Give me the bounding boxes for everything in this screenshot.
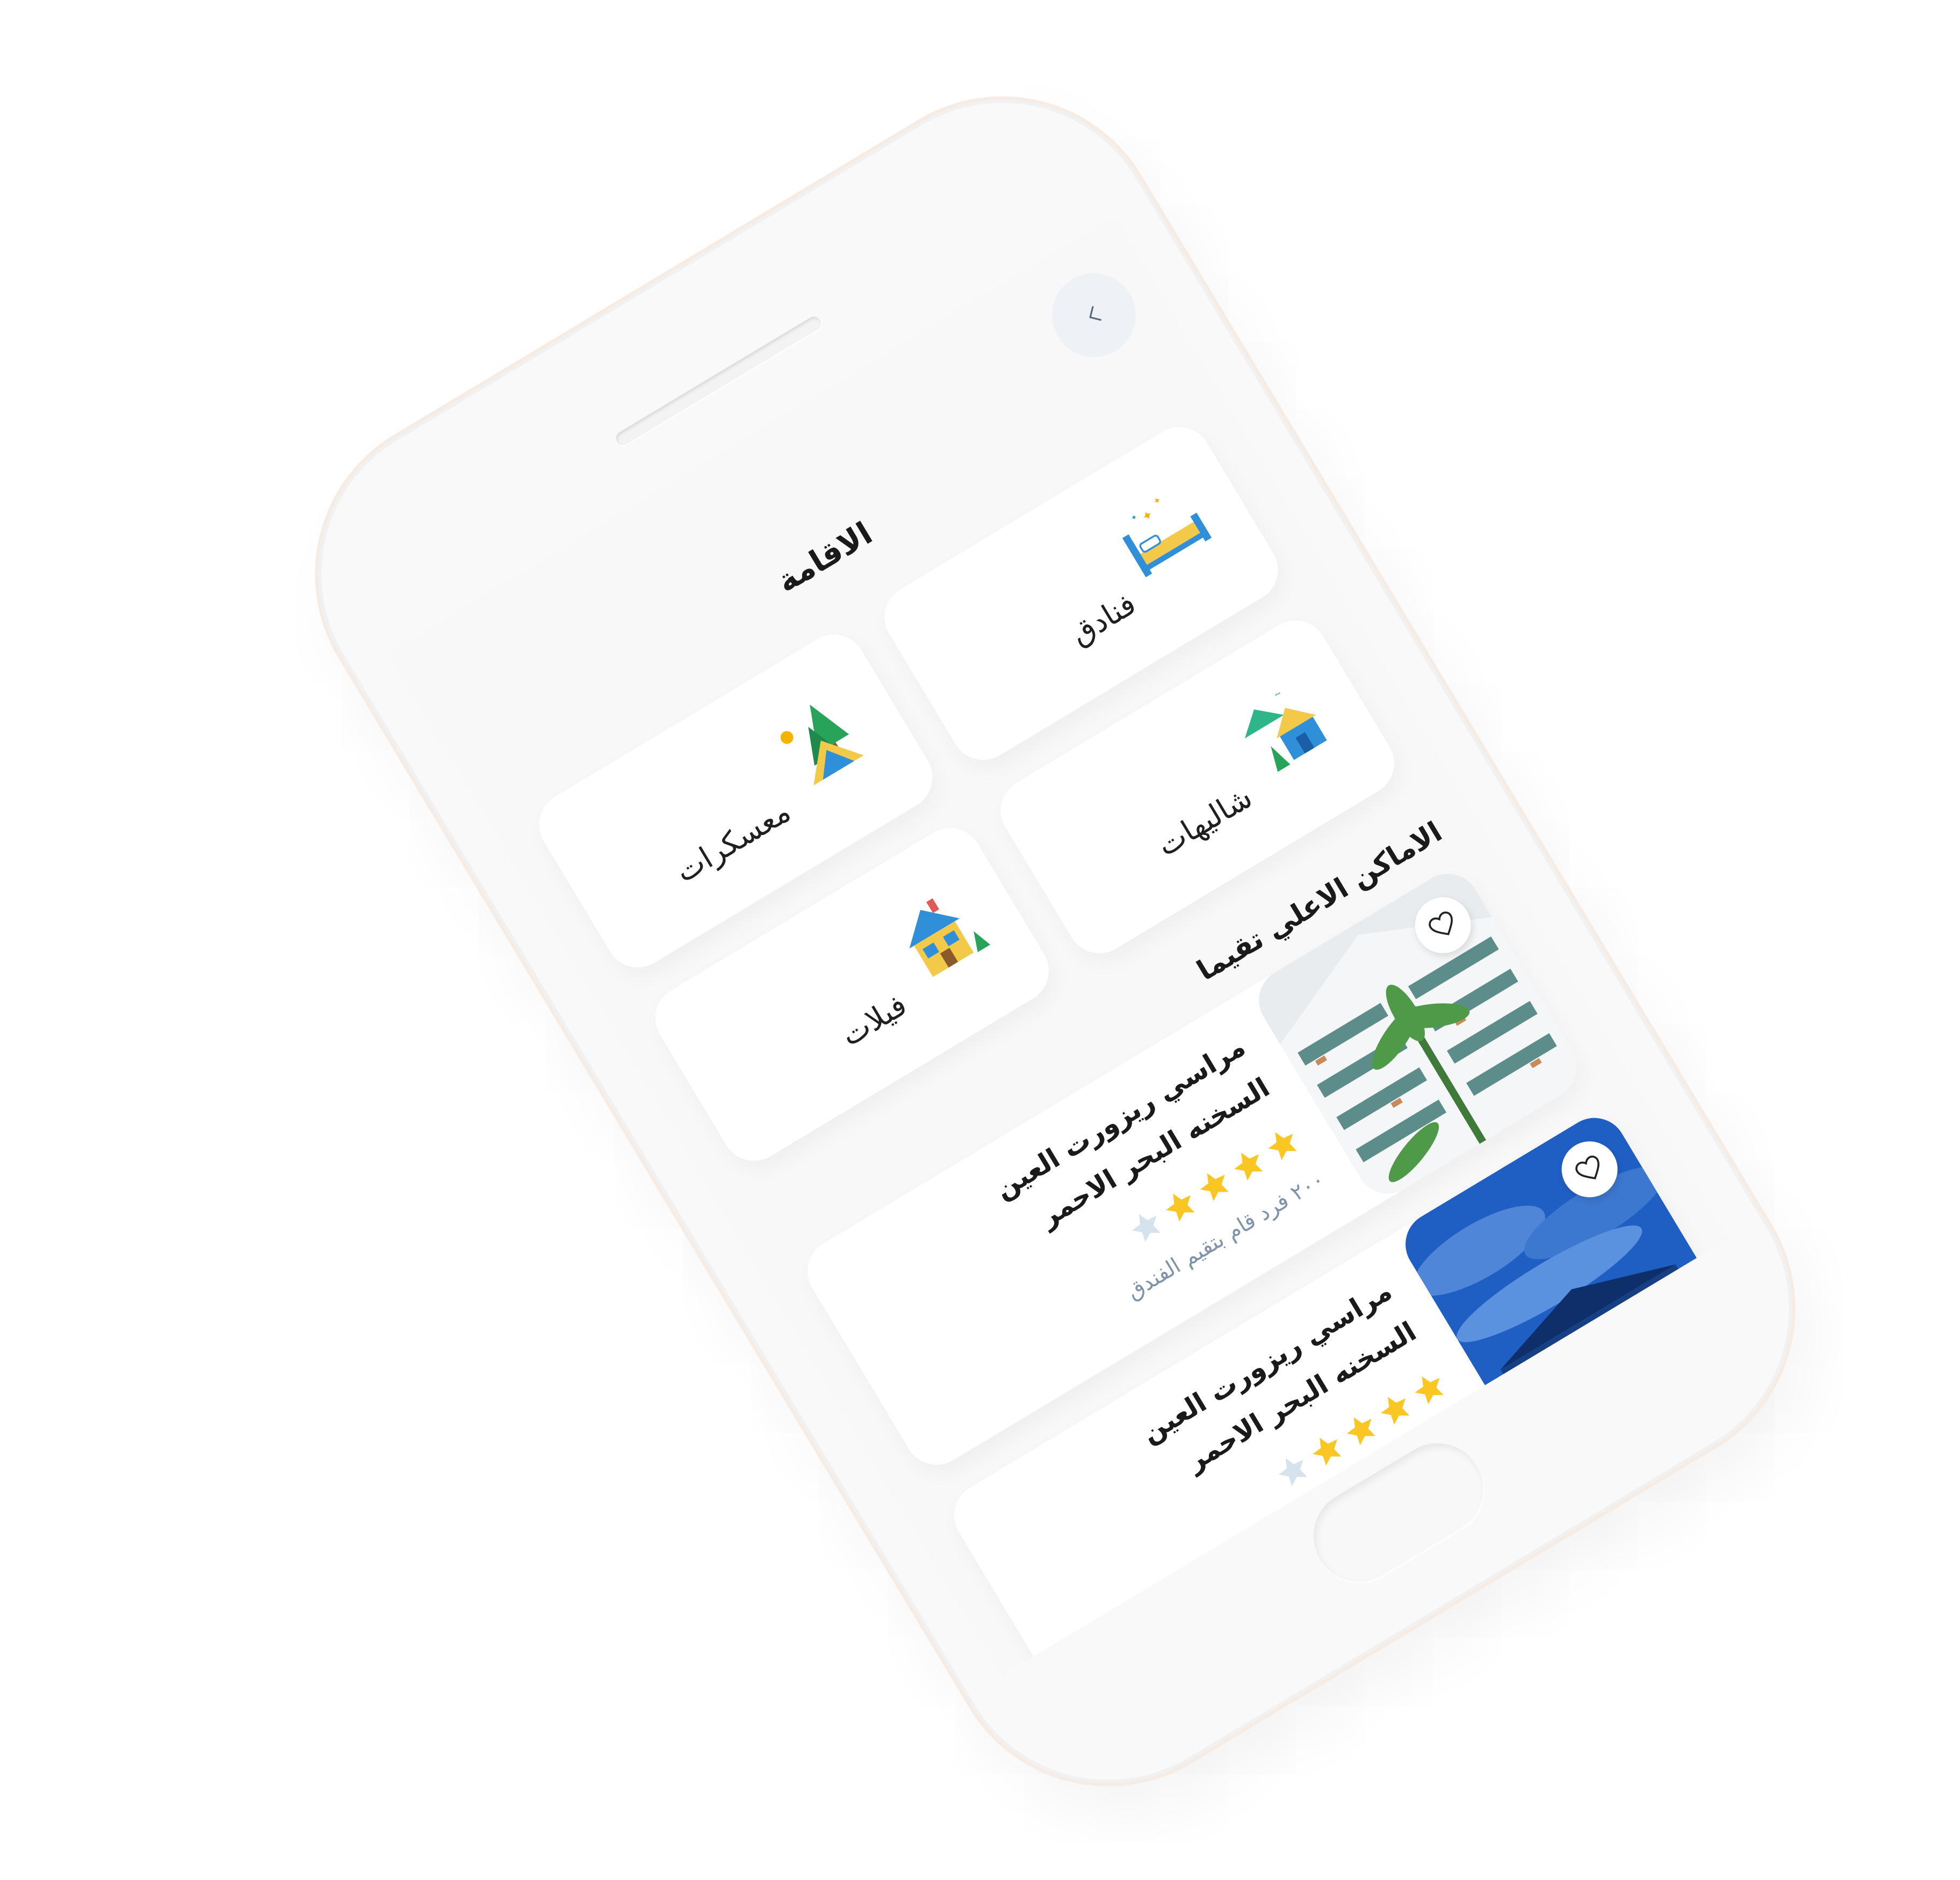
camp-tent-icon [780,704,864,786]
svg-text:✦: ✦ [1139,507,1156,525]
heart-icon [1575,1155,1599,1179]
villa-house-icon [909,898,991,977]
svg-text:✦: ✦ [1151,494,1164,507]
app-screen: الاقامة ✦ ✦ ✦ فنادق معسكرات ~ شاليهات في… [387,216,1730,1676]
category-label: شاليهات [1151,780,1258,864]
category-label: فيلات [835,987,913,1054]
chevron-left-icon [1089,306,1101,321]
chalet-house-icon: ~ [1244,688,1327,772]
category-label: معسكرات [669,794,797,890]
heart-icon [1429,911,1453,935]
category-label: فنادق [1064,586,1142,652]
bed-icon: ✦ ✦ ✦ [1122,494,1212,578]
phone-frame: الاقامة ✦ ✦ ✦ فنادق معسكرات ~ شاليهات في… [263,45,1847,1838]
svg-text:✦: ✦ [1129,513,1139,523]
svg-text:~: ~ [1272,688,1284,701]
